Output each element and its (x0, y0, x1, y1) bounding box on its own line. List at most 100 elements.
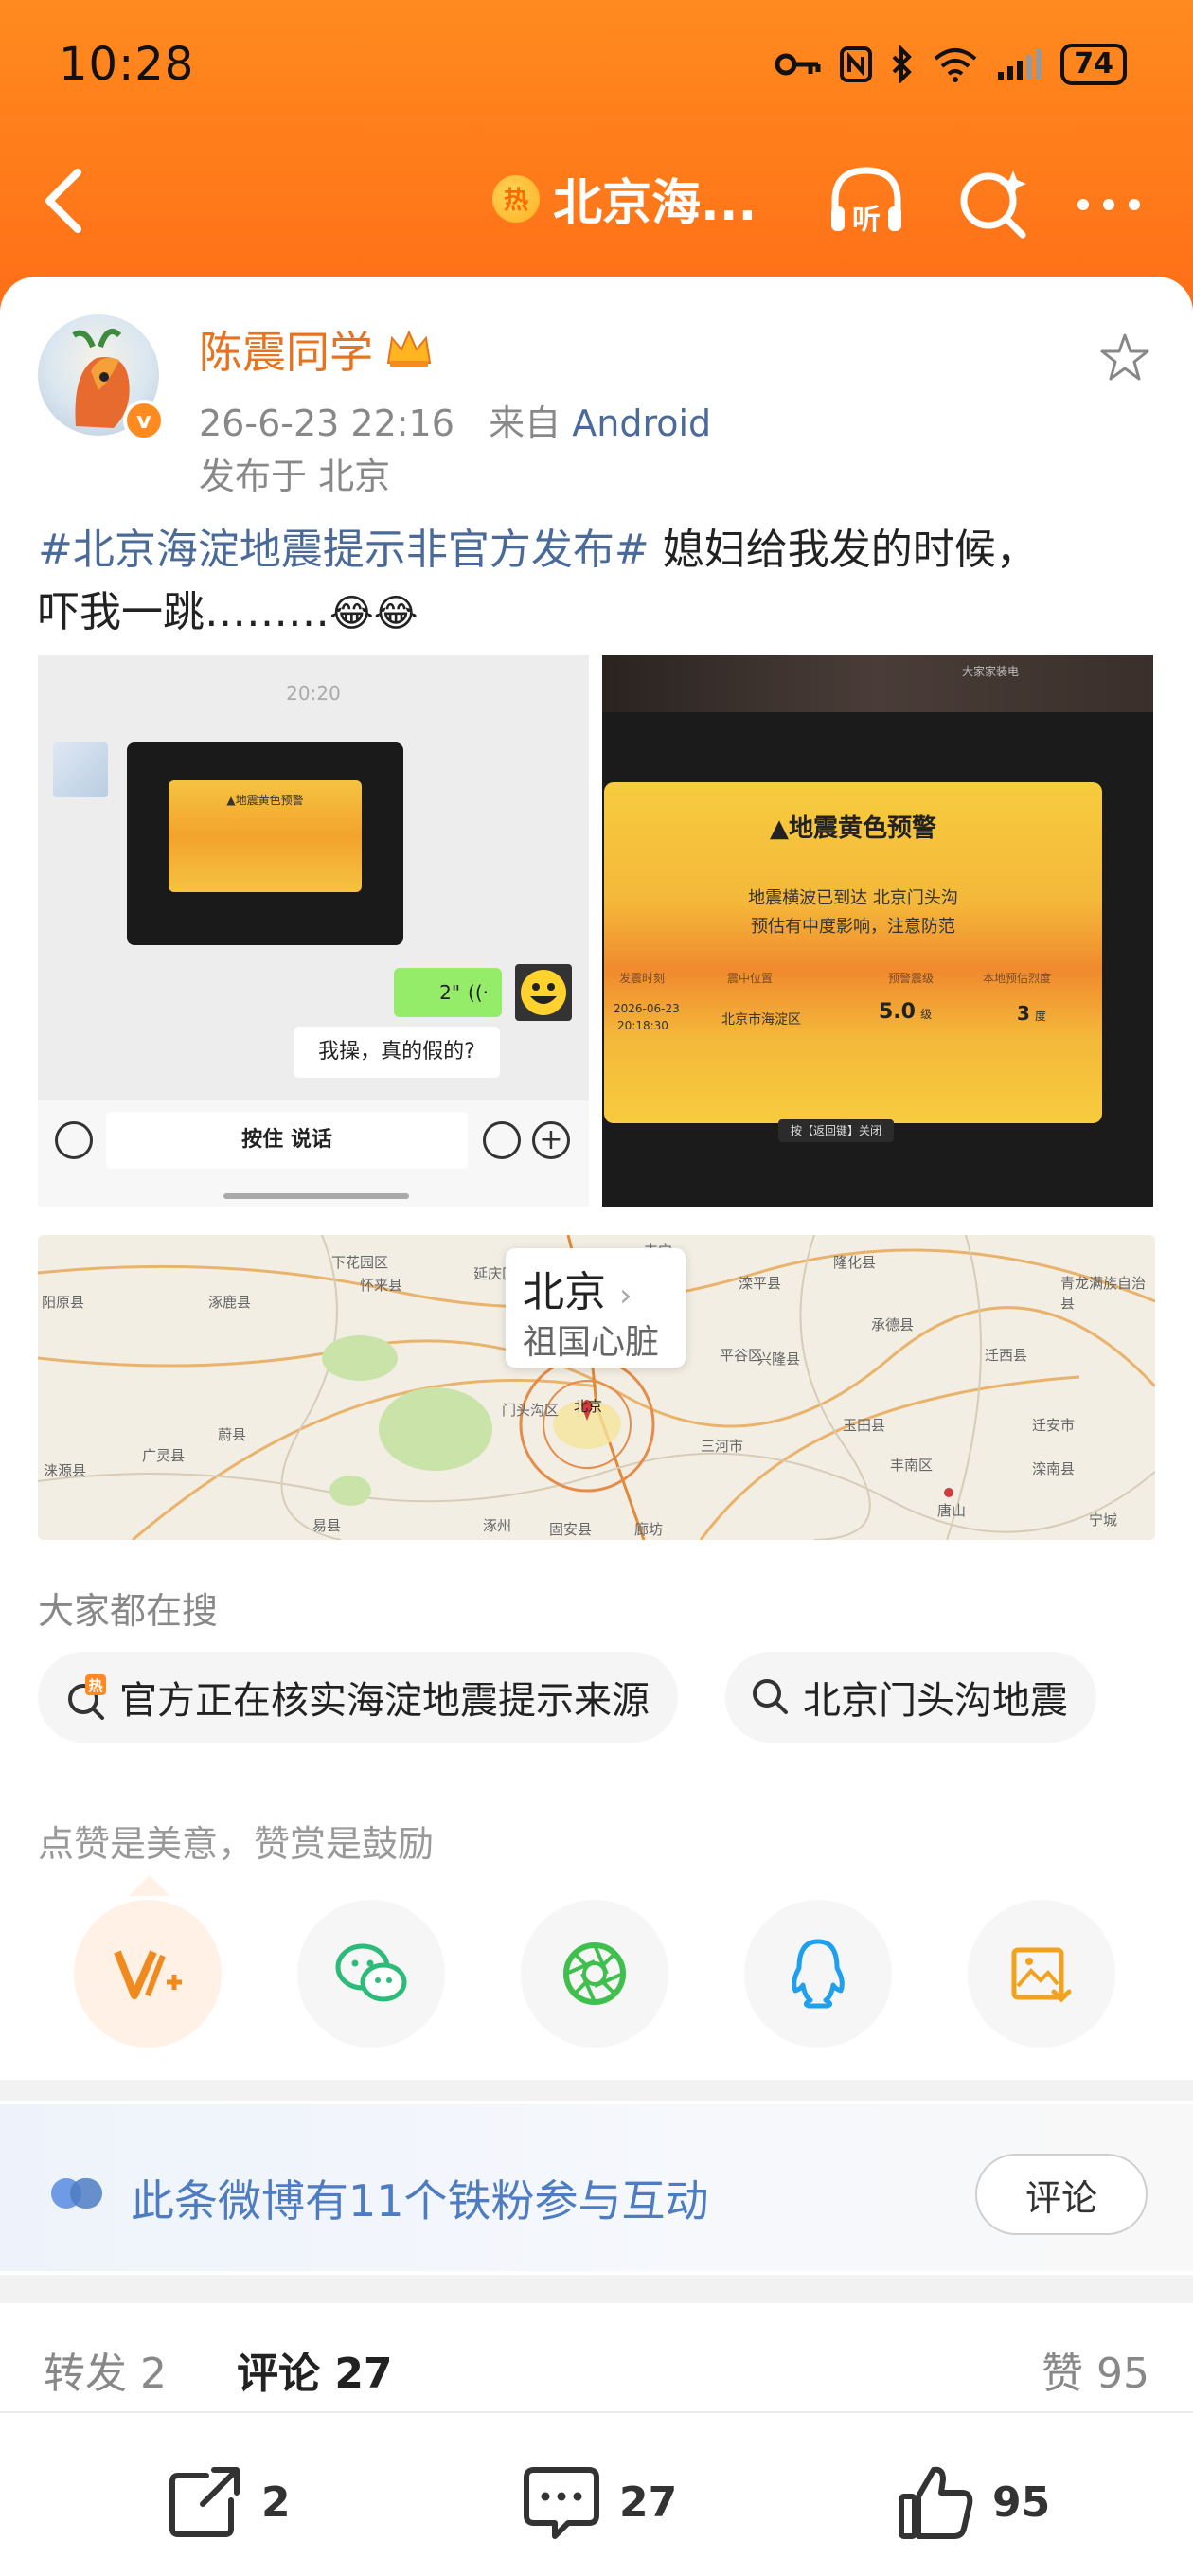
map-label: 阳原县 (42, 1294, 85, 1311)
alert-col4-val: 3 (1017, 1002, 1030, 1025)
emoji-icon[interactable] (483, 1121, 521, 1159)
post-image-2[interactable]: 大家家装电 ▲地震黄色预警 地震横波已到达 北京门头沟 预估有中度影响，注意防范… (602, 655, 1153, 1207)
chat-avatar-1 (53, 742, 108, 797)
voice-bubble[interactable]: 2" ((· (394, 968, 502, 1017)
trending-search-pill-2[interactable]: 北京门头沟地震 (725, 1652, 1096, 1743)
alert-col1-head: 发震时刻 (619, 972, 666, 985)
source-prefix: 来自 (489, 402, 561, 444)
wifi-icon (934, 48, 977, 82)
post-text-part2: 吓我一跳……… (38, 588, 329, 636)
status-bar: 10:28 74 (0, 0, 1193, 133)
chat-input-bar: 按住 说话 + (38, 1100, 589, 1207)
trending-search-pill-1[interactable]: 热 官方正在核实海淀地震提示来源 (38, 1652, 678, 1743)
map-label: 易县 (312, 1517, 342, 1534)
alert-col1-val-b: 20:18:30 (617, 1019, 668, 1032)
chat-card-title: ▲地震黄色预警 (226, 794, 304, 807)
status-icons: 74 (775, 44, 1127, 85)
like-count: 95 (992, 2478, 1051, 2527)
favorite-star-icon[interactable] (1096, 330, 1153, 386)
share-wechat-button[interactable] (297, 1900, 445, 2048)
topic-link[interactable]: #北京海淀地震提示非官方发布# (38, 526, 650, 574)
hold-to-talk-button[interactable]: 按住 说话 (106, 1112, 468, 1169)
author-name[interactable]: 陈震同学 (199, 318, 373, 381)
thumbs-up-icon (899, 2466, 973, 2539)
map-label: 蔚县 (218, 1426, 247, 1443)
status-time: 10:28 (59, 38, 195, 91)
map-label: 唐山 (937, 1502, 967, 1519)
share-qq-button[interactable] (744, 1900, 892, 2048)
alert-col4-head: 本地预估烈度 (983, 972, 1052, 985)
reward-button[interactable] (74, 1900, 222, 2048)
alert-screen: ▲地震黄色预警 地震横波已到达 北京门头沟 预估有中度影响，注意防范 发震时刻 … (604, 782, 1102, 1123)
map-label: 廊坊 (634, 1521, 664, 1538)
map-popup-title: 北京 (523, 1268, 606, 1316)
post-location-line: 发布于 北京 (199, 447, 390, 499)
section-gap-2 (0, 2275, 1193, 2303)
divider (0, 2411, 1193, 2413)
trending-search-label: 大家都在搜 (38, 1590, 219, 1632)
share-moments-button[interactable] (521, 1900, 668, 2048)
tab-likes[interactable]: 赞 95 (1042, 2339, 1149, 2400)
avatar[interactable]: v (38, 305, 165, 441)
more-icon[interactable] (1066, 159, 1151, 244)
like-action[interactable]: 95 (896, 2462, 1050, 2542)
listen-icon[interactable]: 听 (824, 159, 909, 244)
plus-icon[interactable]: + (532, 1121, 570, 1159)
nfc-icon (840, 46, 873, 82)
map-label: 三河市 (701, 1438, 744, 1455)
tab-reposts[interactable]: 转发 2 (44, 2339, 167, 2400)
search-icon (753, 1679, 788, 1714)
alert-col3-val-group: 5.0 级 (879, 1000, 932, 1024)
map-location-popup[interactable]: 北京 › 祖国心脏 (506, 1248, 686, 1368)
crown-icon (386, 330, 432, 367)
map-label: 广灵县 (142, 1447, 186, 1464)
map-label: 滦南县 (1032, 1460, 1076, 1477)
section-gap (0, 2080, 1193, 2101)
repost-count: 2 (261, 2478, 291, 2527)
chat-avatar-2 (515, 964, 572, 1021)
repost-action[interactable]: 2 (165, 2462, 291, 2542)
chat-image-bubble: ▲地震黄色预警 (127, 742, 403, 945)
page-title: 北京海... (553, 175, 757, 232)
map-label: 青龙满族自治县 (1060, 1275, 1147, 1312)
alert-col4-val-group: 3 度 (1017, 1002, 1046, 1025)
comment-action[interactable]: 27 (521, 2462, 677, 2542)
map-label: 丰南区 (890, 1457, 934, 1474)
post-source[interactable]: Android (572, 402, 711, 444)
back-icon[interactable] (36, 163, 93, 239)
alert-col1-val-a: 2026-06-23 (614, 1002, 680, 1015)
map-label: 迁安市 (1032, 1417, 1076, 1434)
nav-title-group[interactable]: 热 北京海... (492, 163, 757, 234)
alert-col2-val: 北京市海淀区 (721, 1012, 801, 1028)
reward-pointer (129, 1875, 170, 1896)
map-label: 兴隆县 (757, 1351, 801, 1368)
post-meta: 26-6-23 22:16 来自 Android (199, 394, 711, 446)
author-name-row[interactable]: 陈震同学 (199, 318, 434, 381)
map-label: 承德县 (871, 1316, 915, 1333)
map-label: 隆化县 (833, 1254, 877, 1271)
search-icon[interactable] (951, 159, 1036, 244)
alert-line2: 预估有中度影响，注意防范 (751, 917, 955, 937)
moments-aperture-icon (563, 1942, 626, 2005)
crying-laughing-emoji-icon: 😂😂 (329, 592, 418, 635)
reward-label: 点赞是美意，赞赏是鼓励 (38, 1823, 435, 1865)
save-image-button[interactable] (968, 1900, 1115, 2048)
map-label: 滦平县 (739, 1275, 782, 1292)
keyboard-icon[interactable] (55, 1121, 93, 1159)
comment-button[interactable]: 评论 (975, 2154, 1148, 2235)
location-prefix: 发布于 (199, 456, 308, 497)
bottom-action-bar: 2 27 95 (0, 2424, 1193, 2576)
map-popup-subtitle: 祖国心脏 (523, 1323, 660, 1362)
alert-title: ▲地震黄色预警 (770, 814, 936, 843)
fans-icon (51, 2178, 102, 2209)
map-label: 涞源县 (44, 1462, 87, 1479)
hot-search-badge: 热 (88, 1677, 102, 1694)
alert-col4-unit: 度 (1035, 1010, 1047, 1023)
post-text: #北京海淀地震提示非官方发布# 媳妇给我发的时候， 吓我一跳………😂😂 (38, 519, 1155, 645)
map-popup-title-row: 北京 › (523, 1258, 632, 1318)
trending-search-text-2: 北京门头沟地震 (803, 1679, 1068, 1723)
wechat-icon (335, 1943, 407, 2002)
post-image-1[interactable]: 20:20 ▲地震黄色预警 2" ((· 我操，真的假的? 按住 说话 + (38, 655, 589, 1207)
map-label: 固安县 (549, 1521, 593, 1538)
tab-comments[interactable]: 评论 27 (237, 2339, 393, 2400)
